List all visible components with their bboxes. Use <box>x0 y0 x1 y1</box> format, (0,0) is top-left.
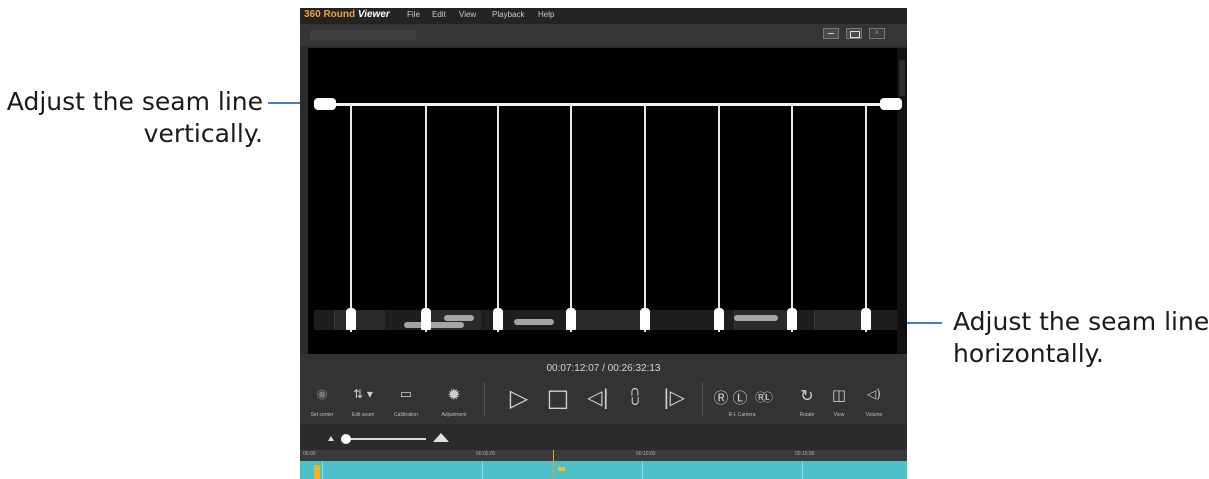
vertical-seam-line[interactable] <box>425 104 427 332</box>
seam-handle-bottom[interactable] <box>346 308 356 330</box>
callout-horizontal-line1: Adjust the seam line <box>953 307 1209 336</box>
timeline-ruler: 00:00 00:05:00 00:10:00 00:15:00 <box>300 450 907 461</box>
next-frame-icon[interactable]: |▷ <box>656 385 692 409</box>
left-camera-icon[interactable]: Ⓛ <box>731 387 749 408</box>
seam-handle-bottom[interactable] <box>861 308 871 330</box>
menu-bar: 360 Round Viewer File Edit View Playback… <box>300 8 907 24</box>
play-icon[interactable]: ▷ <box>505 384 533 412</box>
vertical-seam-line[interactable] <box>718 104 720 332</box>
timeline-clip-divider <box>482 461 483 479</box>
playback-controls: 00:07:12:07 / 00:26:32:13 ◉ Set center ⇅… <box>300 354 907 424</box>
r-l-camera-label: R-L Camera <box>728 412 756 418</box>
seam-handle-bottom[interactable] <box>493 308 503 330</box>
menu-playback[interactable]: Playback <box>492 10 524 19</box>
timeline-clip-divider <box>802 461 803 479</box>
scrollbar-thumb[interactable] <box>899 60 905 96</box>
previous-frame-icon[interactable]: ◁| <box>580 385 616 409</box>
volume-icon[interactable]: ◁) <box>861 387 887 401</box>
vertical-seam-line[interactable] <box>350 104 352 332</box>
seam-handle-bottom[interactable] <box>640 308 650 330</box>
edit-seam-label: Edit seam <box>351 412 375 418</box>
zoom-in-icon[interactable] <box>433 433 449 442</box>
view-label: View <box>833 412 845 418</box>
rotate-label: Rotate <box>799 412 815 418</box>
zoom-slider-track[interactable] <box>344 438 426 440</box>
adjustment-icon[interactable]: ✹ <box>443 385 465 404</box>
dual-camera-icon[interactable]: ⓇⓁ <box>750 389 774 405</box>
video-viewport[interactable] <box>308 48 897 354</box>
toolbar-divider <box>484 382 485 416</box>
ruler-label: 00:00 <box>303 451 316 457</box>
ruler-label: 00:10:00 <box>636 451 656 457</box>
set-center-label: Set center <box>310 412 334 418</box>
vertical-seam-line[interactable] <box>791 104 793 332</box>
stop-icon[interactable]: □ <box>544 384 572 412</box>
vertical-seam-line[interactable] <box>570 104 572 332</box>
seam-handle-right[interactable] <box>880 98 902 110</box>
volume-label: Volume <box>865 412 883 418</box>
calibration-label: Calibration <box>394 412 418 418</box>
seam-handle-bottom[interactable] <box>787 308 797 330</box>
menu-file[interactable]: File <box>407 10 420 19</box>
callout-vertical: Adjust the seam line vertically. <box>7 86 263 150</box>
minimize-button[interactable] <box>823 28 839 39</box>
title-bar <box>300 24 907 46</box>
adjustment-label: Adjustment <box>441 412 467 418</box>
zoom-slider-knob[interactable] <box>341 434 351 444</box>
callout-horizontal: Adjust the seam line horizontally. <box>953 306 1209 370</box>
close-button[interactable]: × <box>869 27 885 39</box>
vertical-seam-line[interactable] <box>497 104 499 332</box>
toolbar-divider <box>702 382 703 416</box>
ruler-label: 00:05:00 <box>476 451 496 457</box>
timeline-start-marker[interactable] <box>314 465 320 479</box>
calibration-icon[interactable]: ▭ <box>394 387 418 402</box>
view-icon[interactable]: ◫ <box>827 386 851 404</box>
brand-part1: 360 Round <box>304 9 356 20</box>
zoom-out-icon[interactable] <box>328 436 334 441</box>
menu-help[interactable]: Help <box>538 10 554 19</box>
seam-handle-left[interactable] <box>314 98 336 110</box>
right-camera-icon[interactable]: Ⓡ <box>712 387 730 408</box>
seam-handle-bottom[interactable] <box>566 308 576 330</box>
app-brand: 360 Round Viewer <box>304 9 390 20</box>
ruler-label: 00:15:00 <box>795 451 815 457</box>
menu-view[interactable]: View <box>459 10 476 19</box>
set-center-icon[interactable]: ◉ <box>314 387 330 402</box>
marker-icon[interactable]: ⩇ <box>620 385 650 409</box>
callout-vertical-line1: Adjust the seam line <box>6 87 263 116</box>
app-window: 360 Round Viewer File Edit View Playback… <box>300 8 907 479</box>
restore-button[interactable] <box>846 28 862 39</box>
seam-handle-bottom[interactable] <box>421 308 431 330</box>
brand-part2: Viewer <box>357 9 390 20</box>
seam-preview-strip <box>314 310 897 330</box>
timeline-track[interactable] <box>300 461 907 479</box>
playhead-marker[interactable] <box>558 467 565 471</box>
vertical-seam-line[interactable] <box>865 104 867 332</box>
document-title <box>310 30 416 40</box>
seam-handle-bottom[interactable] <box>714 308 724 330</box>
timeline-clip-divider <box>642 461 643 479</box>
timeline-clip-divider <box>322 461 323 479</box>
rotate-icon[interactable]: ↻ <box>796 386 818 405</box>
vertical-seam-line[interactable] <box>644 104 646 332</box>
horizontal-seam-line[interactable] <box>318 103 902 106</box>
edit-seam-icon[interactable]: ⇅ ▾ <box>348 387 378 401</box>
callout-vertical-line2: vertically. <box>143 119 263 148</box>
playhead[interactable] <box>553 450 554 479</box>
menu-edit[interactable]: Edit <box>432 10 446 19</box>
timecode: 00:07:12:07 / 00:26:32:13 <box>546 363 661 374</box>
callout-horizontal-line2: horizontally. <box>953 339 1104 368</box>
